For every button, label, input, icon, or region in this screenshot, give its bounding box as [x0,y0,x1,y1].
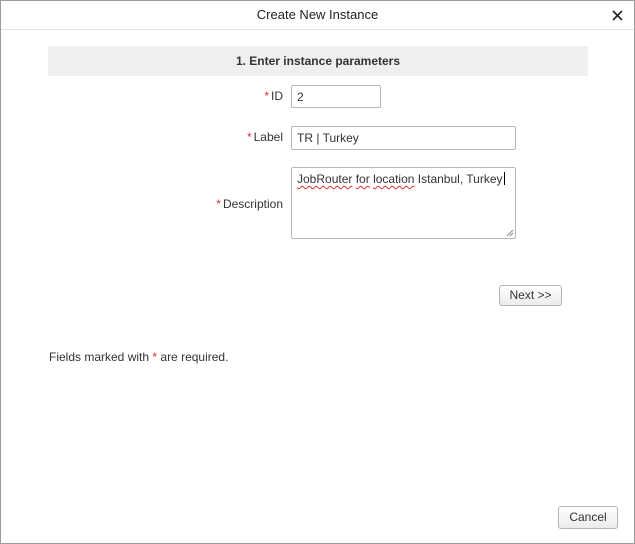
description-label-text: Description [222,197,283,211]
dialog-title: Create New Instance [256,7,379,22]
label-label-text: Label [253,130,283,144]
text-caret [503,172,505,185]
label-input[interactable] [291,126,516,150]
required-marker: * [216,197,221,211]
description-field-label: * Description [216,197,283,211]
id-field-label: * ID [264,89,283,103]
spellcheck-word: location [373,172,415,186]
create-instance-dialog: Create New Instance 1. Enter instance pa… [0,0,635,544]
required-marker: * [264,89,269,103]
spellcheck-word: for [355,172,370,186]
note-text-after: are required. [160,350,229,364]
cancel-button[interactable]: Cancel [558,506,618,529]
close-icon [612,10,623,21]
description-text: Istanbul, Turkey [414,172,503,186]
required-marker: * [152,350,158,364]
required-fields-note: Fields marked with * are required. [49,350,228,364]
id-input[interactable] [291,85,381,108]
id-label-text: ID [271,89,283,103]
dialog-titlebar: Create New Instance [1,1,634,30]
resize-grip-icon[interactable] [506,229,514,237]
spellcheck-word: JobRouter [297,172,353,186]
required-marker: * [246,130,252,144]
section-header: 1. Enter instance parameters [48,46,588,76]
section-title: 1. Enter instance parameters [235,54,401,68]
close-button[interactable] [610,6,626,24]
description-textarea[interactable]: JobRouter for location Istanbul, Turkey [291,167,516,239]
note-text-before: Fields marked with [49,350,150,364]
next-button[interactable]: Next >> [499,285,562,306]
label-field-label: * Label [247,130,283,144]
